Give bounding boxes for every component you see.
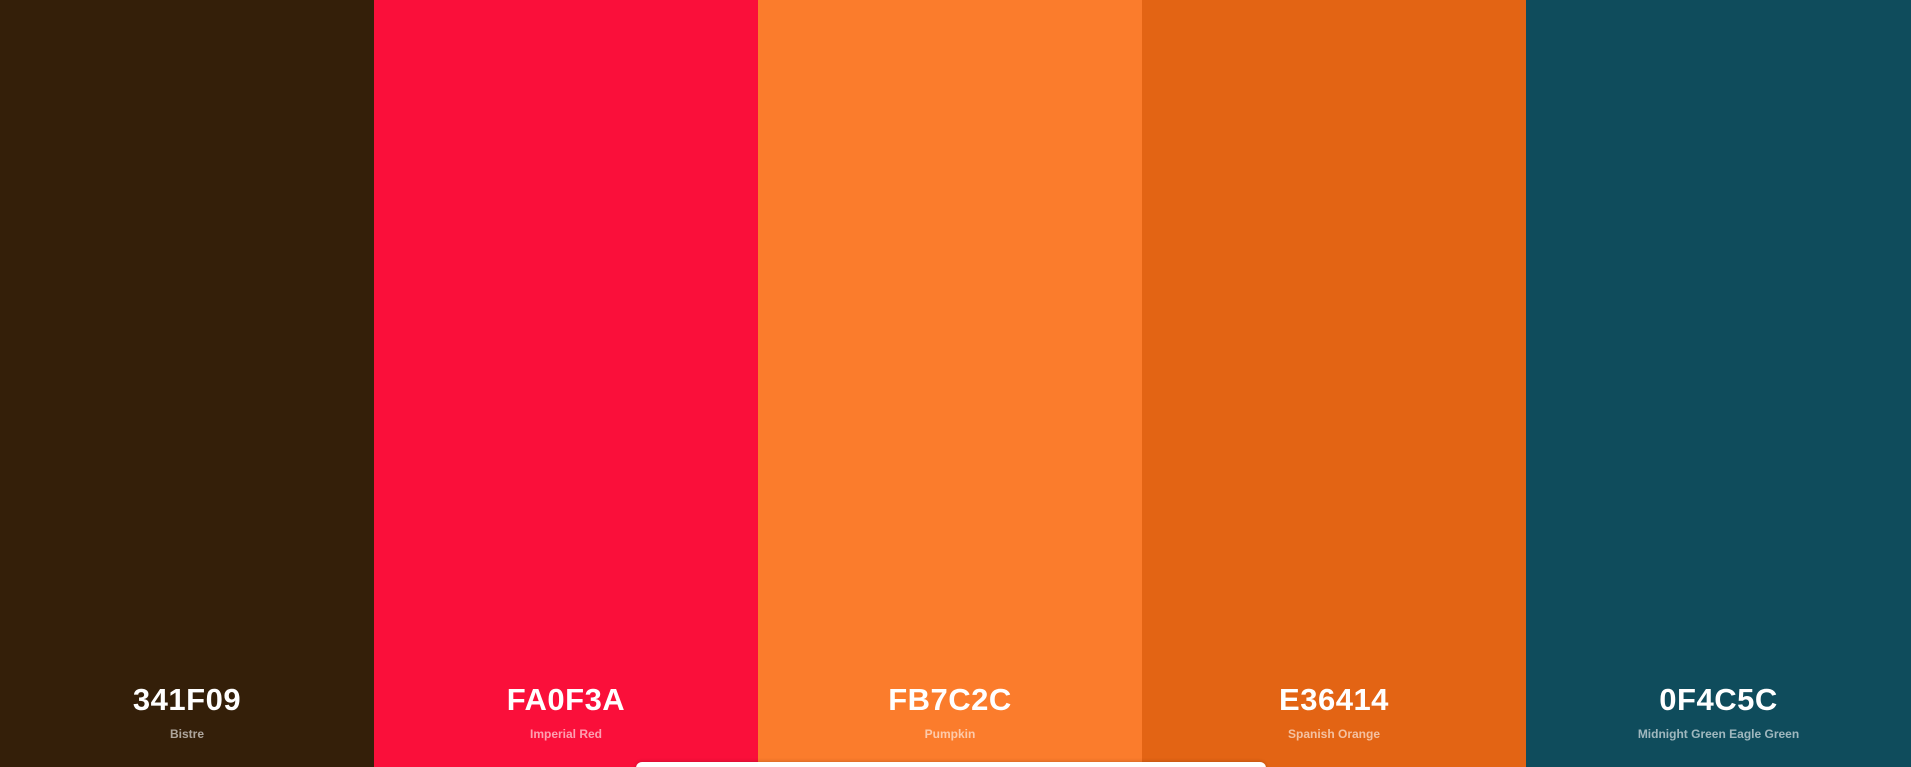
color-name: Pumpkin — [924, 727, 976, 741]
swatch-info: FA0F3A Imperial Red — [374, 682, 758, 741]
color-swatch-bistre[interactable]: 341F09 Bistre — [0, 0, 374, 767]
hex-code[interactable]: 341F09 — [0, 682, 374, 718]
hex-code[interactable]: FB7C2C — [758, 682, 1142, 718]
color-swatch-imperial-red[interactable]: FA0F3A Imperial Red — [374, 0, 758, 767]
swatch-info: E36414 Spanish Orange — [1142, 682, 1526, 741]
color-name: Imperial Red — [529, 727, 603, 741]
swatch-info: FB7C2C Pumpkin — [758, 682, 1142, 741]
color-swatch-spanish-orange[interactable]: E36414 Spanish Orange — [1142, 0, 1526, 767]
hex-code[interactable]: 0F4C5C — [1526, 682, 1911, 718]
swatch-info: 341F09 Bistre — [0, 682, 374, 741]
color-palette: 341F09 Bistre FA0F3A Imperial Red FB7C2C… — [0, 0, 1911, 767]
color-name: Spanish Orange — [1287, 727, 1381, 741]
color-name: Bistre — [169, 727, 204, 741]
hex-code[interactable]: FA0F3A — [374, 682, 758, 718]
color-name: Midnight Green Eagle Green — [1637, 727, 1800, 741]
hex-code[interactable]: E36414 — [1142, 682, 1526, 718]
bottom-toolbar-edge — [636, 762, 1266, 767]
swatch-info: 0F4C5C Midnight Green Eagle Green — [1526, 682, 1911, 741]
color-swatch-midnight-green-eagle-green[interactable]: 0F4C5C Midnight Green Eagle Green — [1526, 0, 1911, 767]
color-swatch-pumpkin[interactable]: FB7C2C Pumpkin — [758, 0, 1142, 767]
